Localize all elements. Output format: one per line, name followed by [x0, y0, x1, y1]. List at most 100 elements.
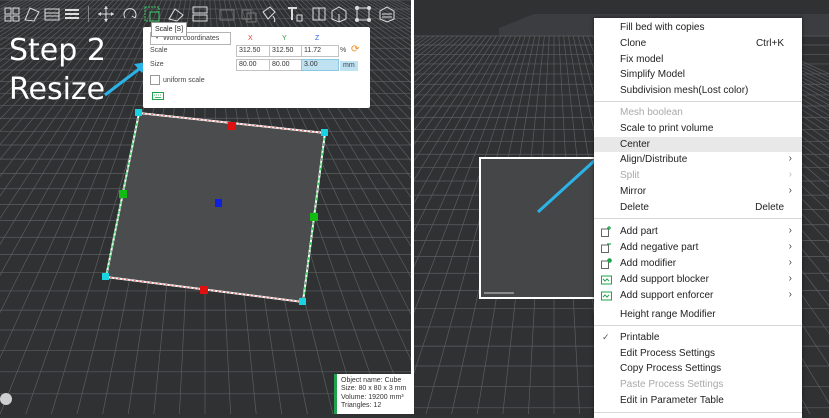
menu-label: Mesh boolean [620, 107, 683, 118]
main-toolbar [0, 0, 411, 30]
menu-item-add-negative-part[interactable]: Add negative part › [594, 240, 802, 255]
size-z-input[interactable]: 3.00 [301, 59, 339, 71]
scale-icon[interactable] [142, 4, 162, 24]
object-info-panel: Object name: Cube Size: 80 x 80 x 3 mm V… [334, 374, 411, 414]
menu-item-fix-model[interactable]: Fix model [594, 52, 802, 67]
size-unit: mm [340, 61, 358, 71]
assembly-icon[interactable] [353, 4, 373, 24]
reset-icon[interactable]: ⟳ [351, 44, 359, 55]
seam-icon[interactable] [309, 4, 329, 24]
menu-item-scale-to-print-volume[interactable]: Scale to print volume [594, 121, 802, 136]
axis-z-label: Z [315, 35, 320, 42]
context-menu: Fill bed with copies Clone Ctrl+K Fix mod… [594, 18, 802, 418]
modifier-icon [601, 258, 612, 269]
uniform-scale-checkbox[interactable]: uniform scale [150, 75, 205, 85]
check-icon: ✓ [602, 332, 610, 342]
menu-item-add-modifier[interactable]: Add modifier › [594, 256, 802, 271]
toolbar-separator [88, 6, 89, 22]
menu-label: Clone [620, 38, 647, 49]
menu-item-mirror[interactable]: Mirror › [594, 184, 802, 199]
checkbox-box [150, 75, 160, 85]
x-handle-top [228, 122, 236, 130]
support-icon[interactable] [329, 4, 349, 24]
menu-item-align-distribute[interactable]: Align/Distribute › [594, 152, 802, 167]
shortcut-text: Ctrl+K [755, 38, 784, 49]
menu-item-subdivision-mesh[interactable]: Subdivision mesh(Lost color) [594, 83, 802, 98]
submenu-arrow-icon: › [788, 241, 792, 252]
menu-item-height-range-modifier[interactable]: Height range Modifier [594, 307, 802, 322]
menu-item-simplify-model[interactable]: Simplify Model [594, 67, 802, 82]
axis-y-label: Y [282, 35, 287, 42]
scale-tooltip: Scale [S] [151, 22, 188, 37]
menu-item-printable[interactable]: ✓ Printable [594, 330, 802, 345]
place-on-face-icon[interactable] [166, 4, 186, 24]
scale-unit: % [340, 47, 347, 54]
corner-handle-bottom-left [102, 273, 109, 280]
menu-separator [594, 325, 802, 326]
negative-part-icon [601, 243, 611, 253]
cube-object [104, 111, 327, 304]
menu-separator [594, 218, 802, 219]
menu-item-copy-process-settings[interactable]: Copy Process Settings [594, 361, 802, 376]
left-viewport[interactable]: Step 2 Resize ▼ World coordinates X Y Z … [0, 0, 411, 414]
menu-label: Subdivision mesh(Lost color) [620, 85, 749, 96]
menu-item-center[interactable]: Center [594, 137, 802, 152]
paint-icon[interactable] [259, 4, 279, 24]
menu-item-add-support-enforcer[interactable]: Add support enforcer › [594, 288, 802, 303]
z-handle-center [215, 199, 222, 207]
orientation-gizmo-icon[interactable] [0, 393, 12, 405]
menu-label: Delete [620, 202, 649, 213]
menu-label: Edit Process Settings [620, 348, 716, 359]
corner-handle-top-right [321, 129, 328, 136]
menu-item-add-part[interactable]: Add part › [594, 224, 802, 239]
menu-label: Add part [620, 226, 658, 237]
menu-label: Mirror [620, 186, 647, 197]
menu-label: Simplify Model [620, 69, 686, 80]
scale-row-label: Scale [150, 47, 168, 54]
menu-separator [594, 412, 802, 413]
menu-item-fill-bed[interactable]: Fill bed with copies [594, 20, 802, 35]
keyboard-icon[interactable] [152, 92, 164, 100]
cut-icon[interactable] [217, 4, 237, 24]
menu-label: Add negative part [620, 242, 699, 253]
menu-item-delete[interactable]: Delete Delete [594, 200, 802, 215]
y-handle-right [310, 213, 318, 221]
menu-label: Edit in Parameter Table [620, 395, 724, 406]
object-volume-text: Volume: 19200 mm³ [341, 393, 404, 401]
menu-label: Scale to print volume [620, 123, 714, 134]
orient-icon[interactable] [22, 4, 42, 24]
corner-handle-bottom-right [299, 298, 306, 305]
boolean-icon[interactable] [239, 4, 259, 24]
corner-handle-top-left [135, 109, 142, 116]
layers-icon[interactable] [62, 4, 82, 24]
cube-object-right [479, 157, 597, 299]
menu-item-edit-in-parameter-table[interactable]: Edit in Parameter Table [594, 393, 802, 408]
menu-item-edit-process-settings[interactable]: Edit Process Settings [594, 346, 802, 361]
menu-item-mesh-boolean: Mesh boolean [594, 105, 802, 120]
submenu-arrow-icon: › [788, 225, 792, 236]
measure-icon[interactable] [377, 4, 397, 24]
menu-label: Add support blocker [620, 274, 709, 285]
step-description: Resize [9, 72, 106, 107]
submenu-arrow-icon: › [788, 257, 792, 268]
rotate-icon[interactable] [120, 4, 140, 24]
submenu-arrow-icon: › [788, 153, 792, 164]
split-icon[interactable] [190, 4, 210, 24]
support-blocker-icon [601, 275, 612, 285]
add-part-icon [601, 226, 611, 237]
axis-x-label: X [248, 35, 253, 42]
menu-label: Add modifier [620, 258, 677, 269]
menu-item-add-support-blocker[interactable]: Add support blocker › [594, 272, 802, 287]
y-handle-left [119, 190, 127, 198]
text-icon[interactable] [285, 4, 305, 24]
menu-item-clone[interactable]: Clone Ctrl+K [594, 36, 802, 51]
menu-item-split: Split › [594, 168, 802, 183]
arrange-icon[interactable] [2, 4, 22, 24]
plate-icon[interactable] [42, 4, 62, 24]
menu-label: Center [620, 139, 651, 150]
x-handle-bottom [200, 286, 208, 294]
scale-z-input[interactable]: 11.72 [301, 45, 339, 57]
submenu-arrow-icon: › [788, 289, 792, 300]
move-icon[interactable] [96, 4, 116, 24]
menu-separator [594, 101, 802, 102]
